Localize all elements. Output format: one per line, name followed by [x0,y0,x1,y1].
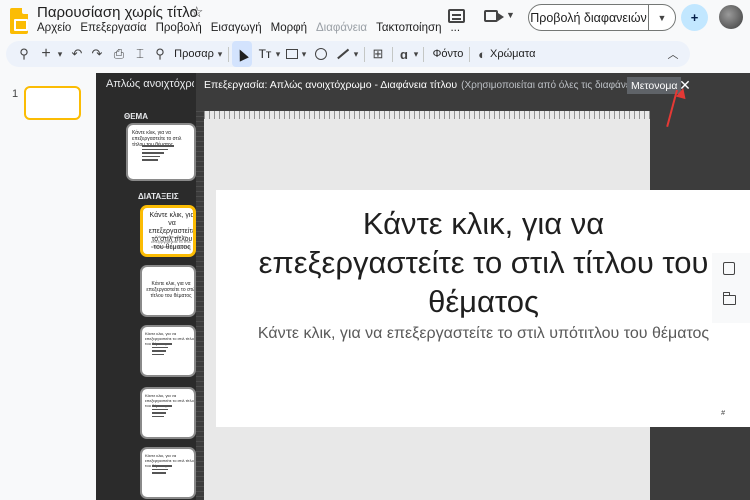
avatar[interactable] [719,5,743,29]
chevron-down-icon[interactable]: ▾ [412,41,420,67]
slide-canvas[interactable]: Κάντε κλικ, για να επεξεργαστείτε το στι… [216,190,750,427]
layout-list: ΘΕΜΑ Κάντε κλικ, για να επεξεργαστείτε τ… [96,97,196,500]
edit-theme-bar: Επεξεργασία: Απλώς ανοιχτόχρωμο - Διαφάν… [196,73,750,97]
menu-format[interactable]: Μορφή [271,22,307,34]
edit-theme-label: Επεξεργασία: Απλώς ανοιχτόχρωμο - Διαφάν… [204,79,458,91]
menu-bar: Αρχείο Επεξεργασία Προβολή Εισαγωγή Μορφ… [37,22,469,34]
theme-section-label: ΘΕΜΑ [124,112,148,121]
menu-insert[interactable]: Εισαγωγή [211,22,262,34]
slides-logo[interactable] [10,8,28,34]
chevron-down-icon[interactable]: ▼ [506,10,515,20]
slide-number-label: 1 [12,88,19,100]
toolbar-divider [364,47,365,62]
zoom-icon[interactable]: ⚲ [152,41,168,67]
zoom-select[interactable]: Προσαρ [172,41,216,67]
vertical-ruler [196,111,204,500]
horizontal-ruler [204,111,650,119]
edit-theme-hint: (Χρησιμοποιείται από όλες τις διαφάνειες… [461,79,646,91]
layouts-section-label: ΔΙΑΤΑΞΕΙΣ [138,192,179,201]
folder-icon[interactable] [722,292,736,305]
thumb-title: Κάντε κλικ, για να επεξεργαστείτε το στι… [146,281,196,299]
slide-thumbnail[interactable] [24,86,81,120]
thumb-subtitle: Κάντε κλικ, για να επεξεργαστείτε το στι… [151,234,191,249]
person-add-icon[interactable]: + [681,4,708,31]
slide-subtitle-placeholder[interactable]: Κάντε κλικ, για να επεξεργαστείτε το στι… [236,324,731,344]
theme-builder: Απλώς ανοιχτόχρωμο ΘΕΜΑ Κάντε κλικ, για … [96,73,750,500]
document-title[interactable]: Παρουσίαση χωρίς τίτλο [37,4,198,21]
menu-more[interactable]: ... [450,22,460,34]
shape-icon[interactable] [312,41,330,67]
toolbar-divider [423,47,424,62]
chevron-down-icon[interactable]: ▾ [352,41,360,67]
slide-title-placeholder[interactable]: Κάντε κλικ, για να επεξεργαστείτε το στι… [256,204,711,321]
toolbar: ⚲ + ▾ ↶ ↷ ⎙ ⌶ ⚲ Προσαρ ▾ Tт ▾ ▾ ▾ ⊞ ɑ ▾ … [6,41,690,67]
image-icon[interactable] [284,41,300,67]
menu-file[interactable]: Αρχείο [37,22,71,34]
chevron-down-icon[interactable]: ▾ [300,41,308,67]
chevron-up-icon[interactable]: ︿ [664,41,682,67]
layout-thumbnail[interactable]: Κάντε κλικ, για να επεξεργαστείτε το στι… [140,325,196,377]
redo-icon[interactable]: ↷ [88,41,106,67]
colors-button[interactable]: Χρώματα [490,41,538,67]
palette-icon[interactable]: ◐ [474,41,490,67]
line-icon[interactable] [334,41,352,67]
print-icon[interactable]: ⎙ [109,41,129,67]
layout-thumbnail[interactable]: Κάντε κλικ, για να επεξεργαστείτε το στι… [140,387,196,439]
video-call-icon[interactable] [484,10,504,22]
menu-arrange[interactable]: Τακτοποίηση [376,22,441,34]
slideshow-label[interactable]: Προβολή διαφανειών [529,5,649,30]
paint-format-icon[interactable]: ⌶ [132,41,148,67]
theme-thumbnail[interactable]: Κάντε κλικ, για να επεξεργαστείτε το στι… [126,123,196,181]
text-box-icon[interactable]: Tт [256,41,274,67]
undo-icon[interactable]: ↶ [68,41,86,67]
menu-edit[interactable]: Επεξεργασία [80,22,146,34]
chevron-down-icon[interactable]: ▾ [54,41,66,67]
layout-thumbnail[interactable]: Κάντε κλικ, για να επεξεργαστείτε το στι… [140,265,196,317]
chevron-down-icon[interactable]: ▼ [649,5,675,30]
menu-view[interactable]: Προβολή [156,22,202,34]
slide-number-placeholder[interactable]: # [721,410,725,417]
comment-icon[interactable] [448,9,465,23]
chevron-down-icon[interactable]: ▾ [215,41,225,67]
theme-name[interactable]: Απλώς ανοιχτόχρωμο [106,78,194,90]
chevron-down-icon[interactable]: ▾ [274,41,282,67]
star-icon[interactable]: ☆ [190,3,203,21]
rename-button[interactable]: Μετονομα [627,77,682,94]
layout-thumbnail[interactable]: Κάντε κλικ, για να επεξεργαστείτε το στι… [140,447,196,499]
toolbar-divider [228,47,229,62]
comment-add-icon[interactable]: ⊞ [368,41,388,67]
search-menus-icon[interactable]: ⚲ [14,41,34,67]
layout-thumbnail-title-slide[interactable]: Κάντε κλικ, για να επεξεργαστείτε το στι… [140,205,196,257]
keep-notes-icon[interactable] [723,262,735,275]
theme-header: Απλώς ανοιχτόχρωμο [96,73,196,97]
highlight-icon[interactable]: ɑ [396,41,412,67]
toolbar-divider [469,47,470,62]
toolbar-divider [392,47,393,62]
select-icon[interactable] [232,41,252,67]
background-button[interactable]: Φόντο [428,41,468,67]
slideshow-button[interactable]: Προβολή διαφανειών ▼ [528,4,676,31]
menu-slide: Διαφάνεια [316,22,368,34]
new-slide-icon[interactable]: + [38,41,54,67]
